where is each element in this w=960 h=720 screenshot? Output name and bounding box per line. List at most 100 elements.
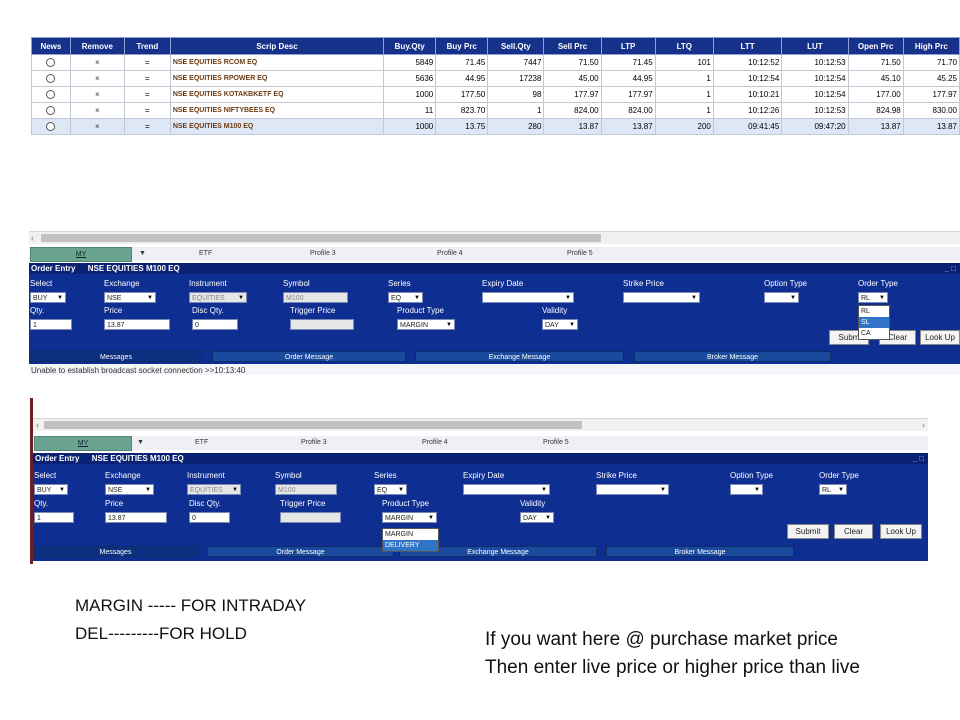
news-radio[interactable] (46, 122, 56, 132)
instrument-dropdown[interactable]: EQUITIES ▼ (187, 484, 241, 495)
column-header[interactable]: High Prc (902, 37, 960, 55)
option-type-dropdown[interactable]: ▼ (764, 292, 799, 303)
remove-icon[interactable]: × (69, 54, 125, 71)
instrument-dropdown[interactable]: EQUITIES ▼ (189, 292, 247, 303)
news-radio[interactable] (46, 58, 56, 68)
trigger-price-field[interactable] (290, 319, 354, 330)
remove-icon[interactable]: × (69, 118, 125, 135)
tab-profile-5[interactable]: Profile 5 (543, 436, 569, 449)
tab-profile-3[interactable]: Profile 3 (310, 247, 336, 260)
strike-price-dropdown[interactable]: ▼ (596, 484, 669, 495)
table-row[interactable]: × = NSE EQUITIES M100 EQ 1000 13.75 280 … (31, 118, 960, 135)
tab-profile-3[interactable]: Profile 3 (301, 436, 327, 449)
column-header[interactable]: Buy.Qty (383, 37, 437, 55)
tab-dropdown-icon[interactable]: ▼ (137, 436, 144, 449)
exchange-message-tab[interactable]: Exchange Message (415, 351, 624, 362)
disc-qty-field[interactable]: 0 (192, 319, 238, 330)
price-field[interactable]: 13.87 (105, 512, 167, 523)
column-header[interactable]: Remove (69, 37, 125, 55)
news-radio-cell[interactable] (31, 102, 71, 119)
horizontal-scrollbar[interactable]: ‹ › (33, 418, 928, 431)
validity-dropdown[interactable]: DAY ▼ (542, 319, 578, 330)
scrip-desc-cell[interactable]: NSE EQUITIES NIFTYBEES EQ (169, 102, 385, 119)
news-radio[interactable] (46, 74, 56, 84)
scroll-right-icon[interactable]: › (922, 419, 925, 431)
news-radio-cell[interactable] (31, 54, 71, 71)
expiry-date-dropdown[interactable]: ▼ (482, 292, 574, 303)
column-header[interactable]: Sell Prc (543, 37, 602, 55)
messages-tab[interactable]: Messages (34, 546, 197, 557)
order-message-tab[interactable]: Order Message (207, 546, 394, 557)
option-delivery[interactable]: DELIVERY (383, 540, 438, 551)
scroll-left-icon[interactable]: ‹ (31, 232, 34, 244)
broker-message-tab[interactable]: Broker Message (634, 351, 831, 362)
table-row[interactable]: × = NSE EQUITIES KOTAKBKETF EQ 1000 177.… (31, 86, 960, 103)
window-controls-icon[interactable]: _ □ (944, 263, 956, 274)
option-sl[interactable]: SL (859, 317, 889, 328)
column-header[interactable]: News (31, 37, 71, 55)
tab-profile-4[interactable]: Profile 4 (437, 247, 463, 260)
horizontal-scrollbar[interactable]: ‹ (29, 231, 960, 244)
tab-dropdown-icon[interactable]: ▼ (139, 247, 146, 260)
column-header[interactable]: Sell.Qty (487, 37, 545, 55)
disc-qty-field[interactable]: 0 (189, 512, 230, 523)
messages-tab[interactable]: Messages (30, 351, 202, 362)
tab-my[interactable]: MY (30, 247, 132, 262)
select-dropdown[interactable]: BUY ▼ (30, 292, 66, 303)
news-radio-cell[interactable] (31, 70, 71, 87)
series-dropdown[interactable]: EQ ▼ (388, 292, 423, 303)
scroll-left-icon[interactable]: ‹ (36, 419, 39, 431)
tab-my[interactable]: MY (34, 436, 132, 451)
exchange-dropdown[interactable]: NSE ▼ (104, 292, 156, 303)
lookup-button[interactable]: Look Up (920, 330, 960, 345)
scrip-desc-cell[interactable]: NSE EQUITIES M100 EQ (169, 118, 385, 135)
symbol-field[interactable]: M100 (283, 292, 348, 303)
remove-icon[interactable]: × (69, 70, 125, 87)
column-header[interactable]: LTT (712, 37, 783, 55)
qty-field[interactable]: 1 (30, 319, 72, 330)
scrip-desc-cell[interactable]: NSE EQUITIES RCOM EQ (169, 54, 385, 71)
table-row[interactable]: × = NSE EQUITIES RCOM EQ 5849 71.45 7447… (31, 54, 960, 71)
column-header[interactable]: LTQ (654, 37, 714, 55)
window-controls-icon[interactable]: _ □ (912, 453, 924, 464)
column-header[interactable]: Buy Prc (435, 37, 489, 55)
tab-etf[interactable]: ETF (195, 436, 208, 449)
order-type-dropdown[interactable]: RL ▼ (819, 484, 847, 495)
tab-profile-5[interactable]: Profile 5 (567, 247, 593, 260)
news-radio[interactable] (46, 90, 56, 100)
option-type-dropdown[interactable]: ▼ (730, 484, 763, 495)
news-radio-cell[interactable] (31, 86, 71, 103)
remove-icon[interactable]: × (69, 86, 125, 103)
order-type-dropdown[interactable]: RL ▼ (858, 292, 888, 303)
product-type-dropdown[interactable]: MARGIN ▼ (397, 319, 455, 330)
column-header[interactable]: LTP (600, 37, 656, 55)
news-radio-cell[interactable] (31, 118, 71, 135)
qty-field[interactable]: 1 (34, 512, 74, 523)
lookup-button[interactable]: Look Up (880, 524, 922, 539)
symbol-field[interactable]: M100 (275, 484, 337, 495)
product-type-dropdown[interactable]: MARGIN ▼ (382, 512, 437, 523)
option-margin[interactable]: MARGIN (383, 529, 438, 540)
table-row[interactable]: × = NSE EQUITIES RPOWER EQ 5636 44.95 17… (31, 70, 960, 87)
strike-price-dropdown[interactable]: ▼ (623, 292, 700, 303)
scrollbar-thumb[interactable] (44, 421, 582, 429)
scrip-desc-cell[interactable]: NSE EQUITIES KOTAKBKETF EQ (169, 86, 385, 103)
trigger-price-field[interactable] (280, 512, 341, 523)
column-header[interactable]: LUT (781, 37, 849, 55)
clear-button[interactable]: Clear (834, 524, 873, 539)
scrollbar-thumb[interactable] (41, 234, 601, 242)
tab-etf[interactable]: ETF (199, 247, 212, 260)
column-header[interactable]: Open Prc (847, 37, 904, 55)
validity-dropdown[interactable]: DAY ▼ (520, 512, 554, 523)
price-field[interactable]: 13.87 (104, 319, 170, 330)
order-message-tab[interactable]: Order Message (212, 351, 406, 362)
column-header[interactable]: Scrip Desc (169, 37, 385, 55)
broker-message-tab[interactable]: Broker Message (606, 546, 794, 557)
option-rl[interactable]: RL (859, 306, 889, 317)
tab-profile-4[interactable]: Profile 4 (422, 436, 448, 449)
expiry-date-dropdown[interactable]: ▼ (463, 484, 550, 495)
order-type-options-list[interactable]: RL SL CA (858, 305, 890, 340)
series-dropdown[interactable]: EQ ▼ (374, 484, 407, 495)
option-ca[interactable]: CA (859, 328, 889, 339)
news-radio[interactable] (46, 106, 56, 116)
